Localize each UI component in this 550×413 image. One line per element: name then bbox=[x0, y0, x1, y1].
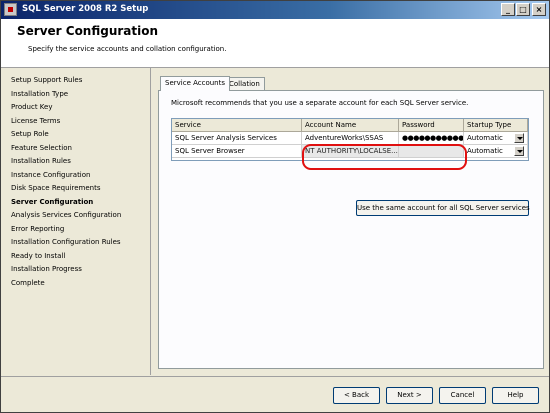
page-subtitle: Specify the service accounts and collati… bbox=[28, 45, 227, 53]
nav-item-complete[interactable]: Complete bbox=[11, 279, 45, 287]
sql-server-icon bbox=[4, 3, 17, 16]
close-icon[interactable]: × bbox=[532, 3, 546, 16]
tab-collation[interactable]: Collation bbox=[224, 77, 265, 91]
row-service-sql-browser: SQL Server Browser bbox=[172, 145, 302, 158]
nav-item-license-terms[interactable]: License Terms bbox=[11, 117, 60, 125]
page-header: Server Configuration Specify the service… bbox=[1, 19, 549, 68]
page-title: Server Configuration bbox=[17, 24, 159, 38]
column-header-startup-type: Startup Type bbox=[464, 119, 528, 132]
content-pane: Service Accounts Collation Microsoft rec… bbox=[152, 68, 549, 375]
cancel-button[interactable]: Cancel bbox=[439, 387, 486, 404]
nav-item-installation-configuration-rules[interactable]: Installation Configuration Rules bbox=[11, 238, 121, 246]
nav-item-server-configuration[interactable]: Server Configuration bbox=[11, 198, 93, 206]
setup-window: SQL Server 2008 R2 Setup _ □ × Server Co… bbox=[0, 0, 550, 413]
startup-type-value: Automatic bbox=[467, 147, 503, 155]
nav-item-installation-progress[interactable]: Installation Progress bbox=[11, 265, 82, 273]
wizard-steps-nav: Setup Support Rules Installation Type Pr… bbox=[1, 68, 151, 375]
recommendation-text: Microsoft recommends that you use a sepa… bbox=[171, 99, 469, 107]
row-service-analysis-services: SQL Server Analysis Services bbox=[172, 132, 302, 145]
window-title: SQL Server 2008 R2 Setup bbox=[22, 4, 149, 14]
nav-item-error-reporting[interactable]: Error Reporting bbox=[11, 225, 64, 233]
minimize-icon[interactable]: _ bbox=[501, 3, 515, 16]
startup-type-value: Automatic bbox=[467, 134, 503, 142]
nav-item-setup-role[interactable]: Setup Role bbox=[11, 130, 49, 138]
column-header-account-name: Account Name bbox=[302, 119, 399, 132]
nav-item-product-key[interactable]: Product Key bbox=[11, 103, 53, 111]
chevron-down-icon[interactable] bbox=[514, 133, 524, 143]
nav-item-installation-type[interactable]: Installation Type bbox=[11, 90, 68, 98]
nav-item-disk-space-requirements[interactable]: Disk Space Requirements bbox=[11, 184, 100, 192]
nav-item-setup-support-rules[interactable]: Setup Support Rules bbox=[11, 76, 82, 84]
startup-type-select-analysis-services[interactable]: Automatic bbox=[464, 132, 528, 145]
use-same-account-button[interactable]: Use the same account for all SQL Server … bbox=[356, 200, 530, 216]
chevron-down-icon[interactable] bbox=[514, 146, 524, 156]
nav-item-instance-configuration[interactable]: Instance Configuration bbox=[11, 171, 90, 179]
back-button[interactable]: < Back bbox=[333, 387, 380, 404]
nav-item-ready-to-install[interactable]: Ready to Install bbox=[11, 252, 65, 260]
help-button[interactable]: Help bbox=[492, 387, 539, 404]
wizard-footer: < Back Next > Cancel Help bbox=[1, 376, 549, 412]
service-accounts-panel: Microsoft recommends that you use a sepa… bbox=[158, 90, 544, 369]
highlight-annotation bbox=[302, 144, 467, 170]
nav-item-installation-rules[interactable]: Installation Rules bbox=[11, 157, 71, 165]
column-header-service: Service bbox=[172, 119, 302, 132]
startup-type-select-sql-browser[interactable]: Automatic bbox=[464, 145, 528, 158]
nav-item-analysis-services-configuration[interactable]: Analysis Services Configuration bbox=[11, 211, 121, 219]
title-bar: SQL Server 2008 R2 Setup _ □ × bbox=[1, 1, 549, 19]
tab-service-accounts[interactable]: Service Accounts bbox=[160, 76, 231, 91]
maximize-icon[interactable]: □ bbox=[516, 3, 530, 16]
column-header-password: Password bbox=[399, 119, 464, 132]
next-button[interactable]: Next > bbox=[386, 387, 433, 404]
nav-item-feature-selection[interactable]: Feature Selection bbox=[11, 144, 72, 152]
